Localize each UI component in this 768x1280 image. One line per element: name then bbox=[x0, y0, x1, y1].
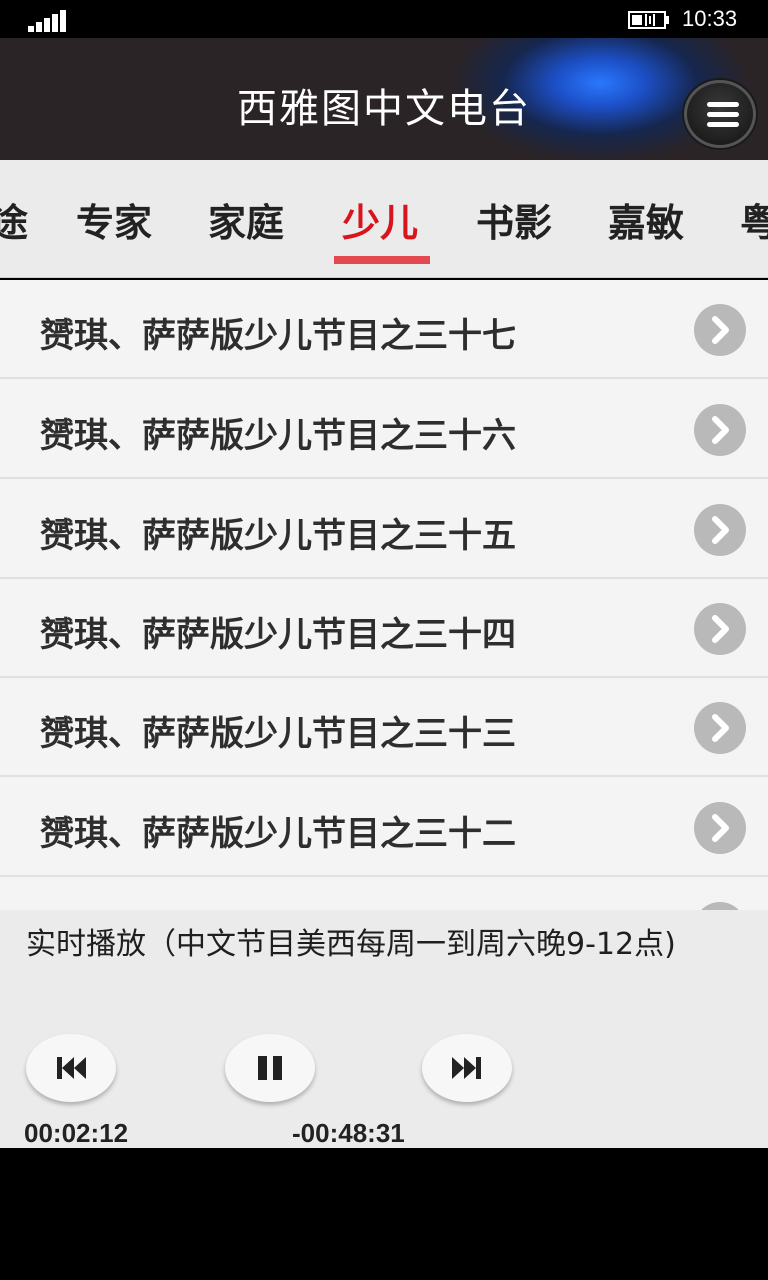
tab-family[interactable]: 家庭 bbox=[208, 192, 284, 247]
menu-icon bbox=[707, 102, 739, 107]
status-bar: 10:33 bbox=[0, 0, 768, 38]
previous-icon bbox=[57, 1057, 86, 1079]
list-item-title: 赟琪、萨萨版少儿节目之三十六 bbox=[40, 416, 516, 456]
pause-icon bbox=[258, 1056, 282, 1080]
list-item-title: 赟琪、萨萨版少儿节目之三十四 bbox=[40, 615, 516, 655]
menu-button[interactable] bbox=[684, 80, 756, 148]
page-title: 西雅图中文电台 bbox=[237, 86, 531, 132]
category-tabs: 途 专家 家庭 少儿 书影 嘉敏 粤 bbox=[0, 160, 768, 278]
tab-books-films[interactable]: 书影 bbox=[476, 192, 552, 247]
tab-experts[interactable]: 专家 bbox=[76, 192, 152, 247]
pause-button[interactable] bbox=[225, 1034, 315, 1102]
list-item[interactable]: 赟琪、萨萨版少儿节目之三十二 bbox=[0, 778, 768, 877]
list-item[interactable]: 赟琪、萨萨版少儿节目之三十七 bbox=[0, 280, 768, 379]
tab-jiamin[interactable]: 嘉敏 bbox=[608, 192, 684, 247]
chevron-right-icon[interactable] bbox=[694, 603, 746, 655]
chevron-right-icon[interactable] bbox=[694, 504, 746, 556]
chevron-right-icon[interactable] bbox=[694, 802, 746, 854]
next-button[interactable] bbox=[422, 1034, 512, 1102]
status-time: 10:33 bbox=[682, 6, 738, 31]
elapsed-time: 00:02:12 bbox=[24, 1118, 129, 1148]
list-item-title: 赟琪、萨萨版少儿节目之三十五 bbox=[40, 516, 516, 556]
previous-button[interactable] bbox=[26, 1034, 116, 1102]
tab-kids[interactable]: 少儿 bbox=[342, 192, 418, 247]
tab-partial-left[interactable]: 途 bbox=[0, 192, 28, 247]
list-item[interactable]: 赟琪、萨萨版少儿节目之三十五 bbox=[0, 480, 768, 579]
next-icon bbox=[452, 1057, 481, 1079]
remaining-time: -00:48:31 bbox=[292, 1118, 405, 1148]
tab-partial-right[interactable]: 粤 bbox=[740, 192, 768, 247]
signal-icon bbox=[28, 8, 70, 32]
active-tab-indicator bbox=[334, 256, 430, 264]
battery-icon bbox=[628, 11, 669, 29]
list-item[interactable]: 赟琪、萨萨版少儿节目之三十四 bbox=[0, 579, 768, 678]
episode-list: 赟琪、萨萨版少儿节目之三十七 赟琪、萨萨版少儿节目之三十六 赟琪、萨萨版少儿节目… bbox=[0, 280, 768, 910]
app-header: 西雅图中文电台 bbox=[0, 38, 768, 160]
chevron-right-icon[interactable] bbox=[694, 702, 746, 754]
chevron-right-icon[interactable] bbox=[694, 304, 746, 356]
list-item[interactable]: 赟琪、萨萨版少儿节目之三十六 bbox=[0, 380, 768, 479]
list-item-title: 赟琪、萨萨版少儿节目之三十三 bbox=[40, 714, 516, 754]
now-playing-title: 实时播放（中文节目美西每周一到周六晚9-12点) bbox=[26, 927, 676, 962]
chevron-right-icon[interactable] bbox=[694, 404, 746, 456]
list-item[interactable]: 赟琪、萨萨版少儿节目之三十三 bbox=[0, 678, 768, 777]
list-item-title: 赟琪、萨萨版少儿节目之三十七 bbox=[40, 316, 516, 356]
list-item-title: 赟琪、萨萨版少儿节目之三十二 bbox=[40, 814, 516, 854]
list-item[interactable] bbox=[0, 878, 768, 910]
chevron-right-icon[interactable] bbox=[694, 902, 746, 910]
audio-player: 实时播放（中文节目美西每周一到周六晚9-12点) 00:02:12 -00:48… bbox=[0, 910, 768, 1148]
